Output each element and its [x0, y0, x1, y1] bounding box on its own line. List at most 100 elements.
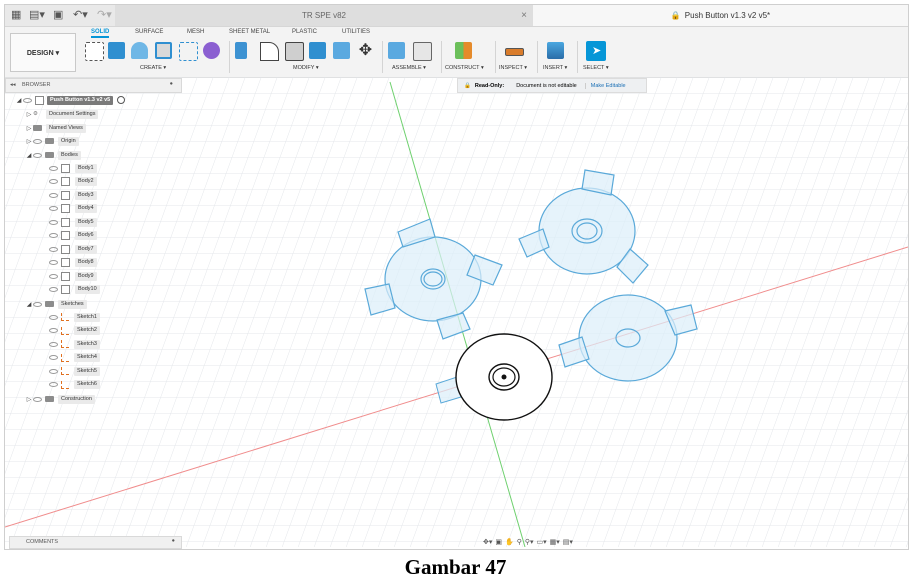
visibility-icon[interactable] [49, 341, 58, 347]
visibility-icon[interactable] [49, 179, 58, 184]
combine-icon[interactable] [333, 42, 350, 59]
visibility-icon[interactable] [49, 355, 58, 360]
visibility-icon[interactable] [49, 382, 58, 387]
visibility-icon[interactable] [49, 368, 58, 374]
shell-icon[interactable] [309, 42, 326, 59]
visibility-icon[interactable] [33, 152, 42, 158]
tree-sketch-item[interactable]: Sketch4 [49, 352, 100, 364]
visibility-icon[interactable] [49, 206, 58, 211]
collapse-browser-icon[interactable]: ◂◂ [10, 82, 16, 88]
expand-icon[interactable]: ◢ [25, 301, 33, 308]
tab-surface[interactable]: SURFACE [135, 29, 163, 35]
tree-named-views[interactable]: ▷ Named Views [25, 122, 86, 134]
app-grid-icon[interactable]: ▦ [11, 9, 21, 22]
visibility-icon[interactable] [49, 273, 58, 279]
visibility-icon[interactable] [33, 396, 42, 402]
undo-icon[interactable]: ↶▾ [73, 9, 88, 22]
pattern-icon[interactable] [179, 42, 198, 61]
look-at-icon[interactable]: ▣ [495, 538, 502, 546]
display-settings-icon[interactable]: ▭▾ [537, 538, 547, 546]
pan-icon[interactable]: ✋ [505, 538, 514, 546]
tree-body-item[interactable]: Body8 [49, 257, 97, 269]
tree-construction[interactable]: ▷ Construction [25, 393, 95, 405]
close-tab-icon[interactable]: × [521, 10, 527, 21]
tree-body-item[interactable]: Body9 [49, 270, 97, 282]
workspace-switcher[interactable]: DESIGN ▾ [10, 33, 76, 72]
measure-icon[interactable] [505, 48, 524, 56]
move-icon[interactable]: ✥ [357, 42, 374, 59]
visibility-icon[interactable] [49, 314, 58, 320]
visibility-icon[interactable] [49, 260, 58, 265]
tree-sketch-item[interactable]: Sketch1 [49, 311, 100, 323]
tree-sketch-item[interactable]: Sketch6 [49, 379, 100, 391]
save-icon[interactable]: ▣ [53, 9, 63, 22]
redo-icon[interactable]: ↷▾ [97, 9, 112, 22]
comments-pin-icon[interactable]: ● [172, 538, 175, 544]
tree-sketches[interactable]: ◢ Sketches [25, 298, 87, 310]
hole-icon[interactable] [155, 42, 172, 59]
create-menu[interactable]: CREATE ▾ [140, 65, 166, 71]
assemble-menu[interactable]: ASSEMBLE ▾ [392, 65, 426, 71]
tab-sheet-metal[interactable]: SHEET METAL [229, 29, 270, 35]
expand-icon[interactable]: ◢ [25, 152, 33, 159]
fillet-icon[interactable] [260, 42, 279, 61]
expand-icon[interactable]: ▷ [25, 111, 33, 118]
tab-plastic[interactable]: PLASTIC [292, 29, 317, 35]
grid-settings-icon[interactable]: ▦▾ [550, 538, 560, 546]
tree-body-item[interactable]: Body5 [49, 216, 97, 228]
tree-sketch-item[interactable]: Sketch3 [49, 338, 100, 350]
tree-document-settings[interactable]: ▷ ⚙ Document Settings [25, 108, 99, 120]
comments-panel-header[interactable]: COMMENTS ● [9, 536, 182, 549]
tree-root[interactable]: ◢ Push Button v1.3 v2 v5 [15, 94, 126, 106]
tree-bodies[interactable]: ◢ Bodies [25, 149, 81, 161]
zoom-icon[interactable]: ⚲ [517, 538, 522, 546]
visibility-icon[interactable] [33, 138, 42, 144]
visibility-icon[interactable] [49, 192, 58, 198]
press-pull-icon[interactable] [235, 42, 247, 59]
insert-image-icon[interactable] [547, 42, 564, 59]
create-sketch-icon[interactable] [85, 42, 104, 61]
expand-icon[interactable]: ▷ [25, 396, 33, 403]
expand-icon[interactable]: ▷ [25, 138, 33, 145]
tree-sketch-item[interactable]: Sketch2 [49, 325, 100, 337]
viewports-icon[interactable]: ▤▾ [563, 538, 573, 546]
new-component-icon[interactable] [203, 42, 220, 59]
fit-icon[interactable]: ⚲▾ [525, 538, 534, 546]
select-arrow-icon[interactable]: ➤ [586, 41, 606, 61]
make-editable-link[interactable]: Make Editable [584, 82, 626, 89]
file-menu-icon[interactable]: ▤▾ [29, 9, 45, 22]
tab-utilities[interactable]: UTILITIES [342, 29, 370, 35]
new-component-assemble-icon[interactable] [388, 42, 405, 59]
visibility-icon[interactable] [49, 165, 58, 171]
offset-plane-icon[interactable] [455, 42, 472, 59]
tab-solid[interactable]: SOLID [91, 29, 110, 38]
orbit-icon[interactable]: ✥▾ [483, 538, 492, 546]
document-tab-active[interactable]: 🔒 Push Button v1.3 v2 v5* [533, 5, 908, 26]
viewport[interactable] [5, 77, 908, 547]
visibility-icon[interactable] [49, 287, 58, 292]
tree-body-item[interactable]: Body6 [49, 230, 97, 242]
tree-body-item[interactable]: Body10 [49, 284, 100, 296]
select-menu[interactable]: SELECT ▾ [583, 65, 609, 71]
tree-body-item[interactable]: Body3 [49, 189, 97, 201]
expand-icon[interactable]: ◢ [15, 97, 23, 104]
joint-icon[interactable] [413, 42, 432, 61]
inspect-menu[interactable]: INSPECT ▾ [499, 65, 527, 71]
tree-origin[interactable]: ▷ Origin [25, 135, 79, 147]
visibility-icon[interactable] [33, 301, 42, 307]
tree-body-item[interactable]: Body4 [49, 203, 97, 215]
visibility-icon[interactable] [49, 233, 58, 238]
modify-menu[interactable]: MODIFY ▾ [293, 65, 319, 71]
tree-sketch-item[interactable]: Sketch5 [49, 365, 100, 377]
visibility-icon[interactable] [49, 219, 58, 225]
visibility-icon[interactable] [23, 97, 32, 103]
expand-icon[interactable]: ▷ [25, 125, 33, 132]
visibility-icon[interactable] [49, 246, 58, 252]
tree-body-item[interactable]: Body2 [49, 176, 97, 188]
browser-pin-icon[interactable]: ● [170, 81, 173, 87]
construct-menu[interactable]: CONSTRUCT ▾ [445, 65, 484, 71]
insert-menu[interactable]: INSERT ▾ [543, 65, 567, 71]
tree-body-item[interactable]: Body1 [49, 162, 97, 174]
document-tab-inactive[interactable]: TR SPE v82 × [115, 5, 533, 26]
tab-mesh[interactable]: MESH [187, 29, 204, 35]
